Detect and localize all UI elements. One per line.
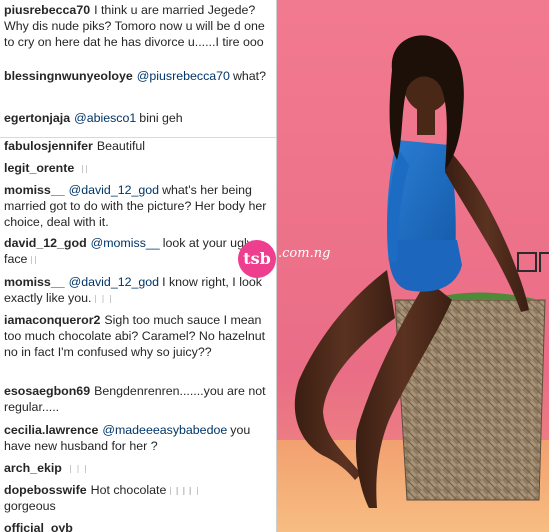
comments-panel: piusrebecca70 I think u are married Jeged… [0,0,276,532]
comment-username[interactable]: fabulosjennifer [4,139,93,153]
like-marker-icon [82,164,88,173]
comment-username[interactable]: legit_orente [4,161,74,175]
comment: piusrebecca70 I think u are married Jeged… [4,2,272,50]
comment-username[interactable]: dopebosswife [4,483,87,497]
comment-username[interactable]: momiss__ [4,275,65,289]
like-marker-icon [31,255,37,264]
comment: egertonjaja @abiesco1 bini geh [4,110,272,126]
comment-username[interactable]: official_oyb [4,521,73,532]
comment-username[interactable]: arch_ekip [4,461,62,475]
comment: fabulosjennifer Beautiful [4,138,272,154]
comment: david_12_god @momiss__ look at your ugly f… [4,235,272,267]
comment: cecilia.lawrence @madeeeasybabedoe you hav… [4,422,272,454]
comment-text: gorgeous [4,499,56,513]
comment: legit_orente [4,160,272,176]
comment-mention[interactable]: @piusrebecca70 [137,69,230,83]
watermark: tsb .com.ng [238,240,368,280]
like-marker-icon [170,486,199,495]
comment: dopebosswife Hot chocolate gorgeous [4,482,272,514]
comment: blessingnwunyeoloye @piusrebecca70 what? [4,68,272,84]
comment-text: Beautiful [96,139,146,153]
comment-block-main: fabulosjennifer Beautiful legit_orente mo… [0,137,276,532]
comment-username[interactable]: blessingnwunyeoloye [4,69,133,83]
comment-mention[interactable]: @momiss__ [91,236,160,250]
comment-username[interactable]: david_12_god [4,236,87,250]
comment: esosaegbon69 Bengdenrenren.......you are … [4,383,272,415]
comment-mention[interactable]: @abiesco1 [74,111,136,125]
comment-text: bini geh [139,111,183,125]
comment: official_oyb [4,520,272,532]
comment-text: Hot chocolate [90,483,167,497]
comment-block-top: piusrebecca70 I think u are married Jeged… [0,0,276,136]
comment-username[interactable]: esosaegbon69 [4,384,90,398]
comment: iamaconqueror2 Sigh too much sauce I mean… [4,312,272,360]
comment-username[interactable]: cecilia.lawrence [4,423,98,437]
comment-text: what? [232,69,267,83]
comment-username[interactable]: momiss__ [4,183,65,197]
like-marker-icon [69,464,86,473]
watermark-domain: .com.ng [278,246,331,261]
comment-username[interactable]: egertonjaja [4,111,70,125]
comment: momiss__ @david_12_god what's her being ma… [4,182,272,230]
brand-mark-icon [517,252,537,272]
like-marker-icon [95,294,112,303]
comment: momiss__ @david_12_god I know right, I loo… [4,274,272,306]
comment-username[interactable]: iamaconqueror2 [4,313,100,327]
comment: arch_ekip [4,460,272,476]
comment-mention[interactable]: @david_12_god [69,275,159,289]
watermark-logo: tsb [238,240,276,278]
comment-mention[interactable]: @david_12_god [69,183,159,197]
comment-username[interactable]: piusrebecca70 [4,3,90,17]
comment-mention[interactable]: @madeeeasybabedoe [102,423,227,437]
brand-mark-icon [539,252,549,272]
